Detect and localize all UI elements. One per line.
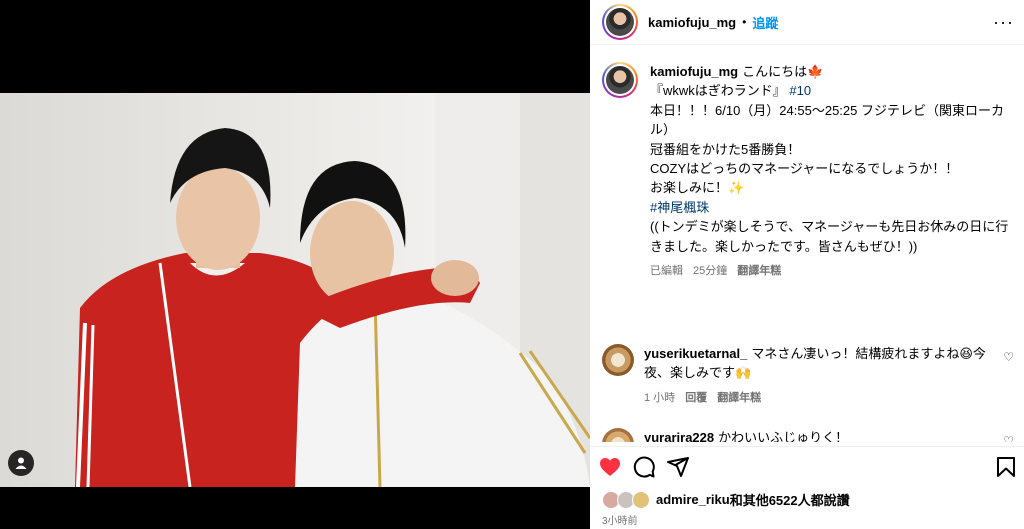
caption-line: お楽しみに！✨ <box>650 180 745 196</box>
edited-label: 已編輯 <box>650 265 683 278</box>
comment-text: かわいいふじゅりく！ <box>718 430 849 442</box>
author-avatar[interactable] <box>602 4 638 40</box>
name-hashtag[interactable]: #神尾楓珠 <box>650 198 1014 217</box>
comment-item: yurarira228 かわいいふじゅりく！ ♡ <box>602 428 1014 442</box>
liker-username[interactable]: admire_riku <box>656 492 730 507</box>
more-options-icon[interactable]: ··· <box>993 12 1014 33</box>
comments-scroll-area[interactable]: kamiofuju_mg こんにちは🍁 『wkwkはぎわランド』 #10 本日！！… <box>590 46 1024 442</box>
comment-meta: 1 小時 回覆 翻譯年糕 <box>644 389 992 408</box>
user-tag-icon[interactable] <box>8 450 34 476</box>
post-photo[interactable] <box>0 93 590 487</box>
comment-time: 1 小時 <box>644 391 676 404</box>
reply-button[interactable]: 回覆 <box>685 392 707 404</box>
likes-summary: admire_riku 和其他6522人都說讚 <box>602 490 850 509</box>
action-bar <box>590 446 1024 484</box>
separator-dot: • <box>742 15 747 29</box>
send-icon[interactable] <box>666 455 690 479</box>
comment-translate-button[interactable]: 翻譯年糕 <box>717 392 761 404</box>
author-username[interactable]: kamiofuju_mg <box>648 15 736 30</box>
commenter-avatar[interactable] <box>602 428 634 442</box>
bookmark-icon[interactable] <box>994 455 1018 479</box>
commenter-username[interactable]: yurarira228 <box>644 430 714 442</box>
caption-username[interactable]: kamiofuju_mg <box>650 64 738 79</box>
caption-line: 冠番組をかけた5番勝負！ <box>650 141 801 157</box>
likes-count-text[interactable]: 和其他6522人都說讚 <box>730 490 850 509</box>
caption-show-title: 『wkwkはぎわランド』 <box>650 83 786 99</box>
post-caption: kamiofuju_mg こんにちは🍁 『wkwkはぎわランド』 #10 本日！！… <box>602 62 1014 281</box>
commenter-username[interactable]: yuserikuetarnal_ <box>644 346 747 361</box>
post-media <box>0 0 590 529</box>
post-timestamp: 3小時前 <box>602 516 638 527</box>
commenter-avatar[interactable] <box>602 344 634 376</box>
post-header: kamiofuju_mg • 追蹤 ··· <box>590 0 1024 45</box>
comment-icon[interactable] <box>632 455 656 479</box>
translate-button[interactable]: 翻譯年糕 <box>737 265 781 277</box>
caption-author-avatar[interactable] <box>602 62 638 98</box>
liker-avatars <box>602 490 652 509</box>
post-details-panel: kamiofuju_mg • 追蹤 ··· kamiofuju_mg こんにちは🍁… <box>590 0 1024 529</box>
caption-meta: 已編輯 25分鐘 翻譯年糕 <box>650 262 1014 281</box>
caption-note: ((トンデミが楽しそうで、マネージャーも先日お休みの日に行きました。楽しかったで… <box>650 219 1009 254</box>
follow-button[interactable]: 追蹤 <box>752 13 778 32</box>
photo-illustration <box>75 93 590 487</box>
heart-filled-icon[interactable] <box>598 455 622 479</box>
comment-item: yuserikuetarnal_ マネさん凄いっ！結構疲れますよね😆今夜、楽しみで… <box>602 344 1014 408</box>
caption-greeting: こんにちは🍁 <box>742 64 824 79</box>
caption-line: COZYはどっちのマネージャーになるでしょうか！！ <box>650 161 959 177</box>
comment-like-icon[interactable]: ♡ <box>1003 350 1014 364</box>
instagram-post-view: kamiofuju_mg • 追蹤 ··· kamiofuju_mg こんにちは🍁… <box>0 0 1024 529</box>
caption-line: 本日！！！6/10（月）24:55～25:25 フジテレビ（関東ローカル） <box>650 102 1004 138</box>
comment-like-icon[interactable]: ♡ <box>1003 434 1014 442</box>
caption-time: 25分鐘 <box>693 265 728 278</box>
episode-hashtag[interactable]: #10 <box>789 83 811 98</box>
